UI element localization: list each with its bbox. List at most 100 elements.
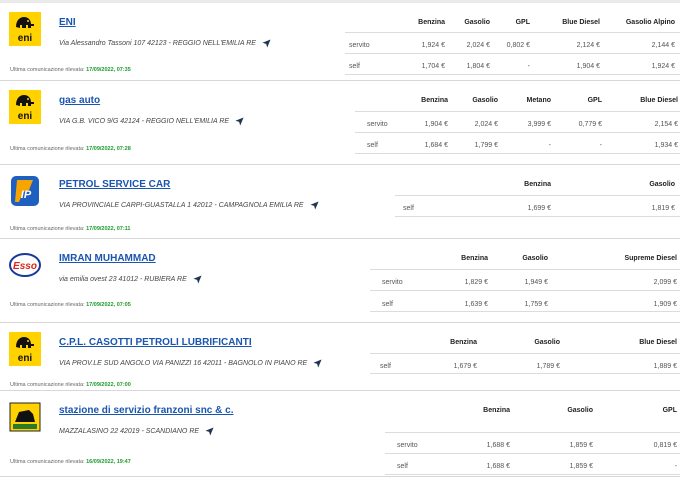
last-update-timestamp: 17/09/2022, 07:05 (86, 302, 131, 308)
fuel-header: Supreme Diesel (624, 255, 677, 262)
last-update-line: Ultima comunicazione rilevata: 17/09/202… (10, 67, 131, 73)
price-value: - (674, 463, 677, 470)
price-value: 0,802 € (506, 42, 530, 49)
service-type-label: self (403, 205, 414, 212)
station-card: eni C.P.L. CASOTTI PETROLI LUBRIFICANTI VI… (0, 324, 680, 391)
address-text: VIA G.B. VICO 9/G 42124 - REGGIO NELL'EM… (59, 118, 230, 125)
price-value: 1,799 € (474, 142, 498, 149)
last-update-timestamp: 17/09/2022, 07:00 (86, 382, 131, 388)
last-update-timestamp: 17/09/2022, 07:35 (86, 67, 131, 73)
last-update-line: Ultima comunicazione rilevata: 17/09/202… (10, 226, 130, 232)
fuel-header: Benzina (461, 255, 488, 262)
price-value: 1,859 € (569, 442, 593, 449)
price-value: 3,999 € (527, 121, 551, 128)
station-card: stazione di servizio franzoni snc & c. MA… (0, 392, 680, 477)
price-value: - (599, 142, 602, 149)
price-value: 1,819 € (651, 205, 675, 212)
price-value: 1,688 € (486, 442, 510, 449)
station-address: VIA PROVINCIALE CARPI-GUASTALLA 1 42012 … (59, 201, 319, 210)
price-table: Benzina Gasolio self 1,699 € 1,819 € (395, 179, 680, 238)
row-divider (385, 453, 680, 454)
eni-logo-icon: eni (9, 12, 41, 46)
address-text: MAZZALASINO 22 42019 - SCANDIANO RE (59, 428, 200, 435)
row-divider (370, 269, 680, 270)
fuel-header: GPL (515, 19, 530, 26)
row-divider (345, 53, 680, 54)
price-value: 1,759 € (524, 301, 548, 308)
service-type-label: servito (367, 121, 388, 128)
last-update-label: Ultima comunicazione rilevata: (10, 382, 85, 388)
svg-text:eni: eni (18, 353, 33, 364)
row-divider (355, 153, 680, 154)
station-name-link[interactable]: IMRAN MUHAMMAD (59, 253, 156, 264)
service-type-label: self (382, 301, 393, 308)
service-type-label: self (349, 63, 360, 70)
fuel-header: Blue Diesel (562, 19, 600, 26)
fuel-header: Gasolio Alpino (625, 19, 675, 26)
price-table: Benzina Gasolio GPL Blue Diesel Gasolio Alpi… (345, 17, 680, 80)
fuel-header: GPL (662, 407, 677, 414)
price-table: Benzina Gasolio Blue Diesel self 1,679 € 1,78… (370, 337, 680, 390)
row-divider (385, 474, 680, 475)
price-value: 2,024 € (474, 121, 498, 128)
navigate-arrow-icon[interactable] (235, 117, 244, 126)
price-value: 1,909 € (653, 301, 677, 308)
address-text: VIA PROV.LE SUD ANGOLO VIA PANIZZI 16 42… (59, 360, 308, 367)
ip-logo-icon: IP (9, 174, 41, 208)
service-type-label: self (380, 363, 391, 370)
navigate-arrow-icon[interactable] (205, 427, 214, 436)
fuel-header: Gasolio (567, 407, 593, 414)
station-card: eni ENI Via Alessandro Tassoni 107 42123 -… (0, 4, 680, 81)
row-divider (355, 132, 680, 133)
price-value: 1,924 € (651, 63, 675, 70)
eni-logo-icon: eni (9, 90, 41, 124)
last-update-label: Ultima comunicazione rilevata: (10, 146, 85, 152)
row-divider (395, 216, 680, 217)
fuel-header: Benzina (524, 181, 551, 188)
eni-logo-icon: eni (9, 332, 41, 366)
last-update-line: Ultima comunicazione rilevata: 17/09/202… (10, 382, 131, 388)
fuel-header: Benzina (418, 19, 445, 26)
station-name-link[interactable]: gas auto (59, 95, 100, 106)
price-value: 2,154 € (654, 121, 678, 128)
price-value: 1,949 € (524, 279, 548, 286)
station-name-link[interactable]: PETROL SERVICE CAR (59, 179, 170, 190)
row-divider (370, 353, 680, 354)
service-type-label: servito (349, 42, 370, 49)
price-value: 0,779 € (578, 121, 602, 128)
price-value: - (527, 63, 530, 70)
fuel-header: Gasolio (464, 19, 490, 26)
navigate-arrow-icon[interactable] (193, 275, 202, 284)
navigate-arrow-icon[interactable] (310, 201, 319, 210)
esso-logo-icon: Esso (9, 248, 41, 282)
price-value: 1,889 € (653, 363, 677, 370)
last-update-timestamp: 17/09/2022, 07:28 (86, 146, 131, 152)
price-value: 1,924 € (421, 42, 445, 49)
price-table: Benzina Gasolio GPL servito 1,688 € 1,859 € 0,… (385, 405, 680, 476)
fuel-header: Gasolio (522, 255, 548, 262)
svg-text:eni: eni (18, 33, 33, 44)
service-type-label: servito (397, 442, 418, 449)
station-address: via emilia ovest 23 41012 - RUBIERA RE (59, 275, 202, 284)
price-value: 1,804 € (466, 63, 490, 70)
station-name-link[interactable]: stazione di servizio franzoni snc & c. (59, 405, 234, 416)
fuel-header: Gasolio (649, 181, 675, 188)
service-type-label: self (367, 142, 378, 149)
station-name-link[interactable]: C.P.L. CASOTTI PETROLI LUBRIFICANTI (59, 337, 252, 348)
navigate-arrow-icon[interactable] (262, 39, 271, 48)
station-name-link[interactable]: ENI (59, 17, 76, 28)
svg-text:IP: IP (21, 189, 32, 201)
price-value: 1,688 € (486, 463, 510, 470)
fuel-header: Metano (526, 97, 552, 104)
fuel-header: Gasolio (472, 97, 498, 104)
price-value: 1,684 € (424, 142, 448, 149)
last-update-timestamp: 17/09/2022, 07:11 (86, 226, 131, 232)
row-divider (395, 195, 680, 196)
row-divider (355, 111, 680, 112)
station-card: Esso IMRAN MUHAMMAD via emilia ovest 23 41… (0, 240, 680, 323)
station-address: MAZZALASINO 22 42019 - SCANDIANO RE (59, 427, 214, 436)
price-table: Benzina Gasolio Supreme Diesel servito 1,829… (370, 253, 680, 322)
navigate-arrow-icon[interactable] (313, 359, 322, 368)
station-address: VIA G.B. VICO 9/G 42124 - REGGIO NELL'EM… (59, 117, 244, 126)
fuel-header: Benzina (421, 97, 448, 104)
